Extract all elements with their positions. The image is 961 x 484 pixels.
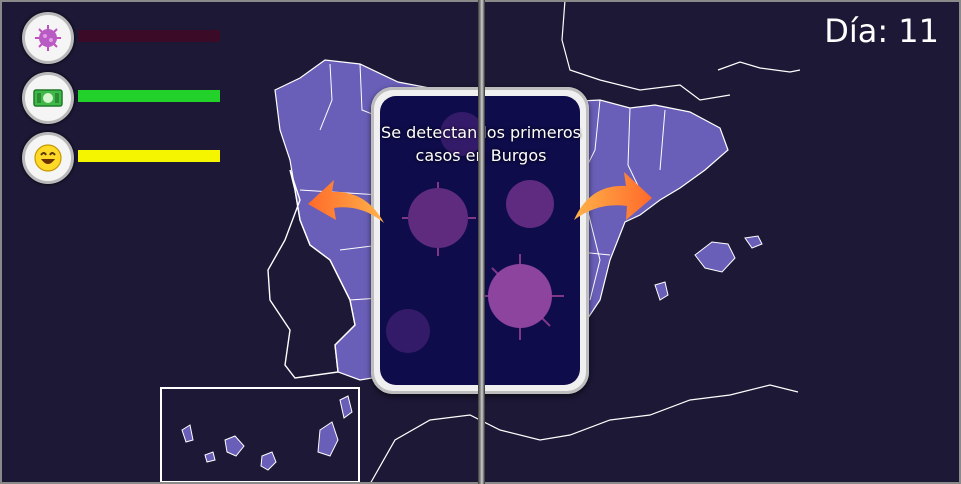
stat-economy: [22, 72, 222, 124]
happiness-bar: [78, 150, 220, 162]
stat-happiness: [22, 132, 222, 184]
game-screen: Día: 11 Se detectan los primeros casos e…: [0, 0, 961, 484]
economy-bar: [78, 90, 220, 102]
swipe-right-arrow-icon[interactable]: [572, 168, 654, 224]
day-counter: Día: 11: [824, 12, 939, 50]
happiness-bar-fill: [78, 150, 220, 162]
economy-bar-fill: [78, 90, 220, 102]
map-africa-coast: [369, 384, 799, 484]
map-canary-islands: [181, 395, 353, 471]
swipe-left-arrow-icon[interactable]: [306, 178, 386, 228]
map-balearic-islands: [654, 235, 763, 301]
infection-bar: [78, 30, 220, 42]
virus-icon: [22, 12, 74, 64]
map-france-coast: [561, 0, 731, 101]
stat-infection: [22, 12, 222, 64]
money-icon: [22, 72, 74, 124]
happy-face-icon: [22, 132, 74, 184]
screen-divider: [478, 0, 485, 484]
